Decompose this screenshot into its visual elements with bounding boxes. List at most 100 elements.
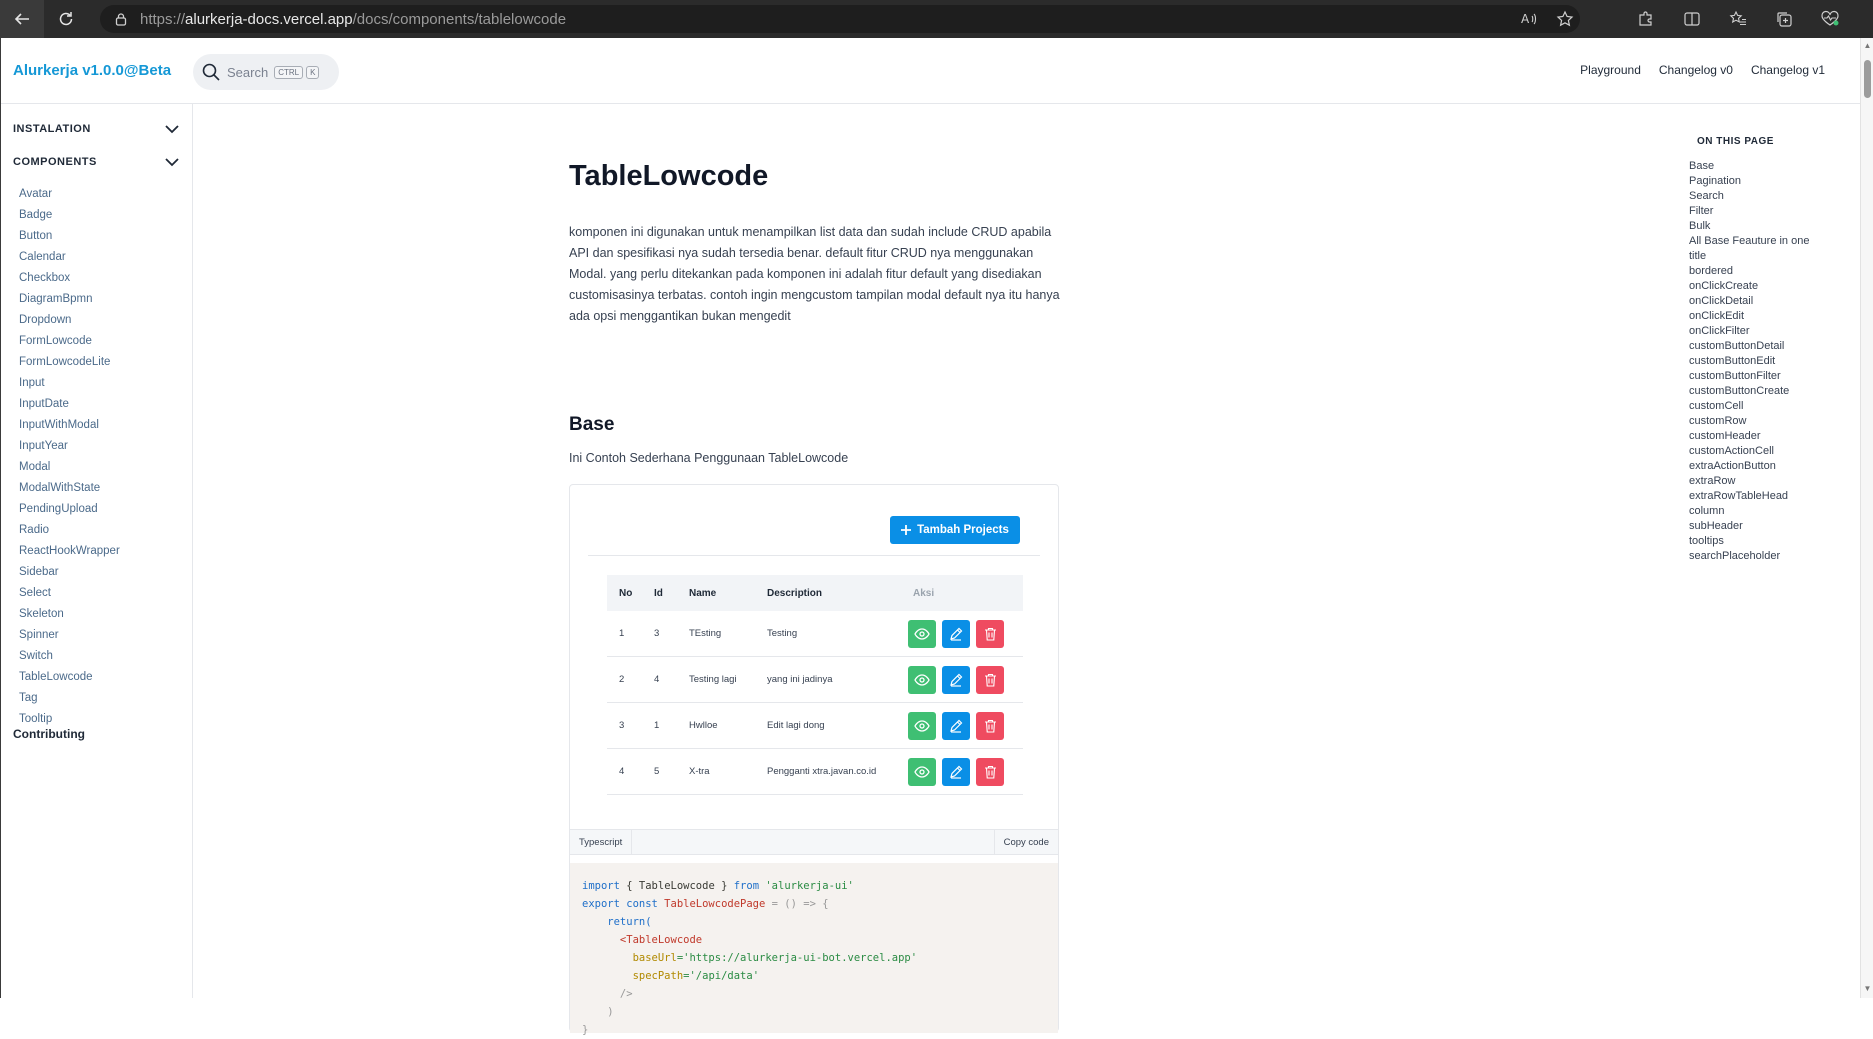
brand-logo[interactable]: Alurkerja v1.0.0@Beta: [13, 62, 171, 79]
back-button[interactable]: [0, 0, 44, 38]
toc-item-search[interactable]: Search: [1689, 189, 1809, 204]
view-button[interactable]: [908, 711, 936, 740]
scroll-up-icon[interactable]: ▲: [1863, 41, 1872, 50]
delete-button[interactable]: [976, 711, 1004, 740]
toc-item-column[interactable]: column: [1689, 504, 1809, 519]
sidebar-item-badge[interactable]: Badge: [19, 205, 120, 226]
edit-button[interactable]: [942, 711, 970, 740]
code-tab-bar: Typescript Copy code: [570, 829, 1058, 855]
sidebar-item-inputwithmodal[interactable]: InputWithModal: [19, 415, 120, 436]
sidebar-item-select[interactable]: Select: [19, 583, 120, 604]
link-playground[interactable]: Playground: [1580, 63, 1641, 77]
scroll-down-icon[interactable]: ▼: [1863, 984, 1872, 993]
sidebar-item-pendingupload[interactable]: PendingUpload: [19, 499, 120, 520]
view-button[interactable]: [908, 619, 936, 648]
toc-item-customrow[interactable]: customRow: [1689, 414, 1809, 429]
address-bar[interactable]: https://alurkerja-docs.vercel.app/docs/c…: [100, 5, 1580, 33]
section-subtitle-base: Ini Contoh Sederhana Penggunaan TableLow…: [569, 451, 849, 465]
sidebar-item-dropdown[interactable]: Dropdown: [19, 310, 120, 331]
code-line: return(: [582, 916, 652, 928]
search-input[interactable]: Search CTRL K: [193, 54, 339, 90]
sidebar-item-inputyear[interactable]: InputYear: [19, 436, 120, 457]
toc-item-extraactionbutton[interactable]: extraActionButton: [1689, 459, 1809, 474]
toc-item-custombuttoncreate[interactable]: customButtonCreate: [1689, 384, 1809, 399]
split-screen-button[interactable]: [1669, 0, 1715, 38]
toc-item-onclickedit[interactable]: onClickEdit: [1689, 309, 1809, 324]
toc-item-onclickdetail[interactable]: onClickDetail: [1689, 294, 1809, 309]
copy-code-button[interactable]: Copy code: [993, 830, 1058, 855]
toc-item-subheader[interactable]: subHeader: [1689, 519, 1809, 534]
sidebar-item-reacthookwrapper[interactable]: ReactHookWrapper: [19, 541, 120, 562]
sidebar-item-formlowcodelite[interactable]: FormLowcodeLite: [19, 352, 120, 373]
toc-item-extrarow[interactable]: extraRow: [1689, 474, 1809, 489]
edit-button[interactable]: [942, 665, 970, 694]
collections-button[interactable]: [1761, 0, 1807, 38]
sidebar-item-modalwithstate[interactable]: ModalWithState: [19, 478, 120, 499]
sidebar-section-components[interactable]: COMPONENTS: [13, 156, 179, 168]
edit-button[interactable]: [942, 757, 970, 786]
view-button[interactable]: [908, 665, 936, 694]
toc-item-custombuttonedit[interactable]: customButtonEdit: [1689, 354, 1809, 369]
sidebar: INSTALATION COMPONENTS Avatar Badge Butt…: [1, 104, 193, 998]
delete-button[interactable]: [976, 757, 1004, 786]
toc-item-customactioncell[interactable]: customActionCell: [1689, 444, 1809, 459]
edit-button[interactable]: [942, 619, 970, 648]
sidebar-item-calendar[interactable]: Calendar: [19, 247, 120, 268]
toc-item-base[interactable]: Base: [1689, 159, 1809, 174]
view-button[interactable]: [908, 757, 936, 786]
cell-id: 3: [654, 628, 660, 639]
sidebar-item-diagrambpmn[interactable]: DiagramBpmn: [19, 289, 120, 310]
toc-title: ON THIS PAGE: [1697, 136, 1774, 147]
extensions-button[interactable]: [1623, 0, 1669, 38]
sidebar-item-skeleton[interactable]: Skeleton: [19, 604, 120, 625]
toc-item-searchplaceholder[interactable]: searchPlaceholder: [1689, 549, 1809, 564]
read-aloud-icon[interactable]: A: [1520, 10, 1538, 28]
divider: [588, 555, 1040, 556]
toc-item-custombuttondetail[interactable]: customButtonDetail: [1689, 339, 1809, 354]
sidebar-item-contributing[interactable]: Contributing: [13, 727, 85, 741]
toc-item-customheader[interactable]: customHeader: [1689, 429, 1809, 444]
sidebar-item-tag[interactable]: Tag: [19, 688, 120, 709]
toc-item-customcell[interactable]: customCell: [1689, 399, 1809, 414]
browser-essentials-button[interactable]: [1807, 0, 1853, 38]
sidebar-item-input[interactable]: Input: [19, 373, 120, 394]
sidebar-section-instalation[interactable]: INSTALATION: [13, 123, 179, 135]
add-project-button[interactable]: Tambah Projects: [890, 516, 1020, 544]
link-changelog-v1[interactable]: Changelog v1: [1751, 63, 1825, 77]
toc-item-onclickcreate[interactable]: onClickCreate: [1689, 279, 1809, 294]
favorite-star-icon[interactable]: [1556, 10, 1574, 28]
toc-item-all-base-feature[interactable]: All Base Feauture in one: [1689, 234, 1809, 249]
table-row: 4 5 X-tra Pengganti xtra.javan.co.id: [607, 749, 1023, 795]
refresh-button[interactable]: [44, 0, 88, 38]
sidebar-item-avatar[interactable]: Avatar: [19, 184, 120, 205]
sidebar-item-radio[interactable]: Radio: [19, 520, 120, 541]
sidebar-item-inputdate[interactable]: InputDate: [19, 394, 120, 415]
favorites-button[interactable]: [1715, 0, 1761, 38]
toc-item-filter[interactable]: Filter: [1689, 204, 1809, 219]
search-placeholder: Search: [227, 64, 269, 80]
scroll-thumb[interactable]: [1864, 60, 1871, 98]
sidebar-item-button[interactable]: Button: [19, 226, 120, 247]
toc-item-onclickfilter[interactable]: onClickFilter: [1689, 324, 1809, 339]
sidebar-item-modal[interactable]: Modal: [19, 457, 120, 478]
toc-item-title[interactable]: title: [1689, 249, 1809, 264]
table-row: 3 1 Hwlloe Edit lagi dong: [607, 703, 1023, 749]
sidebar-item-switch[interactable]: Switch: [19, 646, 120, 667]
link-changelog-v0[interactable]: Changelog v0: [1659, 63, 1733, 77]
toc-item-bulk[interactable]: Bulk: [1689, 219, 1809, 234]
sidebar-item-formlowcode[interactable]: FormLowcode: [19, 331, 120, 352]
toc-item-extrarowtablehead[interactable]: extraRowTableHead: [1689, 489, 1809, 504]
toc-item-bordered[interactable]: bordered: [1689, 264, 1809, 279]
page-scrollbar[interactable]: ▲ ▼: [1860, 38, 1873, 998]
toc-item-pagination[interactable]: Pagination: [1689, 174, 1809, 189]
sidebar-item-tablelowcode[interactable]: TableLowcode: [19, 667, 120, 688]
sidebar-item-sidebar[interactable]: Sidebar: [19, 562, 120, 583]
code-language-tab[interactable]: Typescript: [570, 830, 633, 855]
delete-button[interactable]: [976, 619, 1004, 648]
toc-item-custombuttonfilter[interactable]: customButtonFilter: [1689, 369, 1809, 384]
eye-icon: [914, 673, 930, 686]
delete-button[interactable]: [976, 665, 1004, 694]
sidebar-item-spinner[interactable]: Spinner: [19, 625, 120, 646]
sidebar-item-checkbox[interactable]: Checkbox: [19, 268, 120, 289]
toc-item-tooltips[interactable]: tooltips: [1689, 534, 1809, 549]
